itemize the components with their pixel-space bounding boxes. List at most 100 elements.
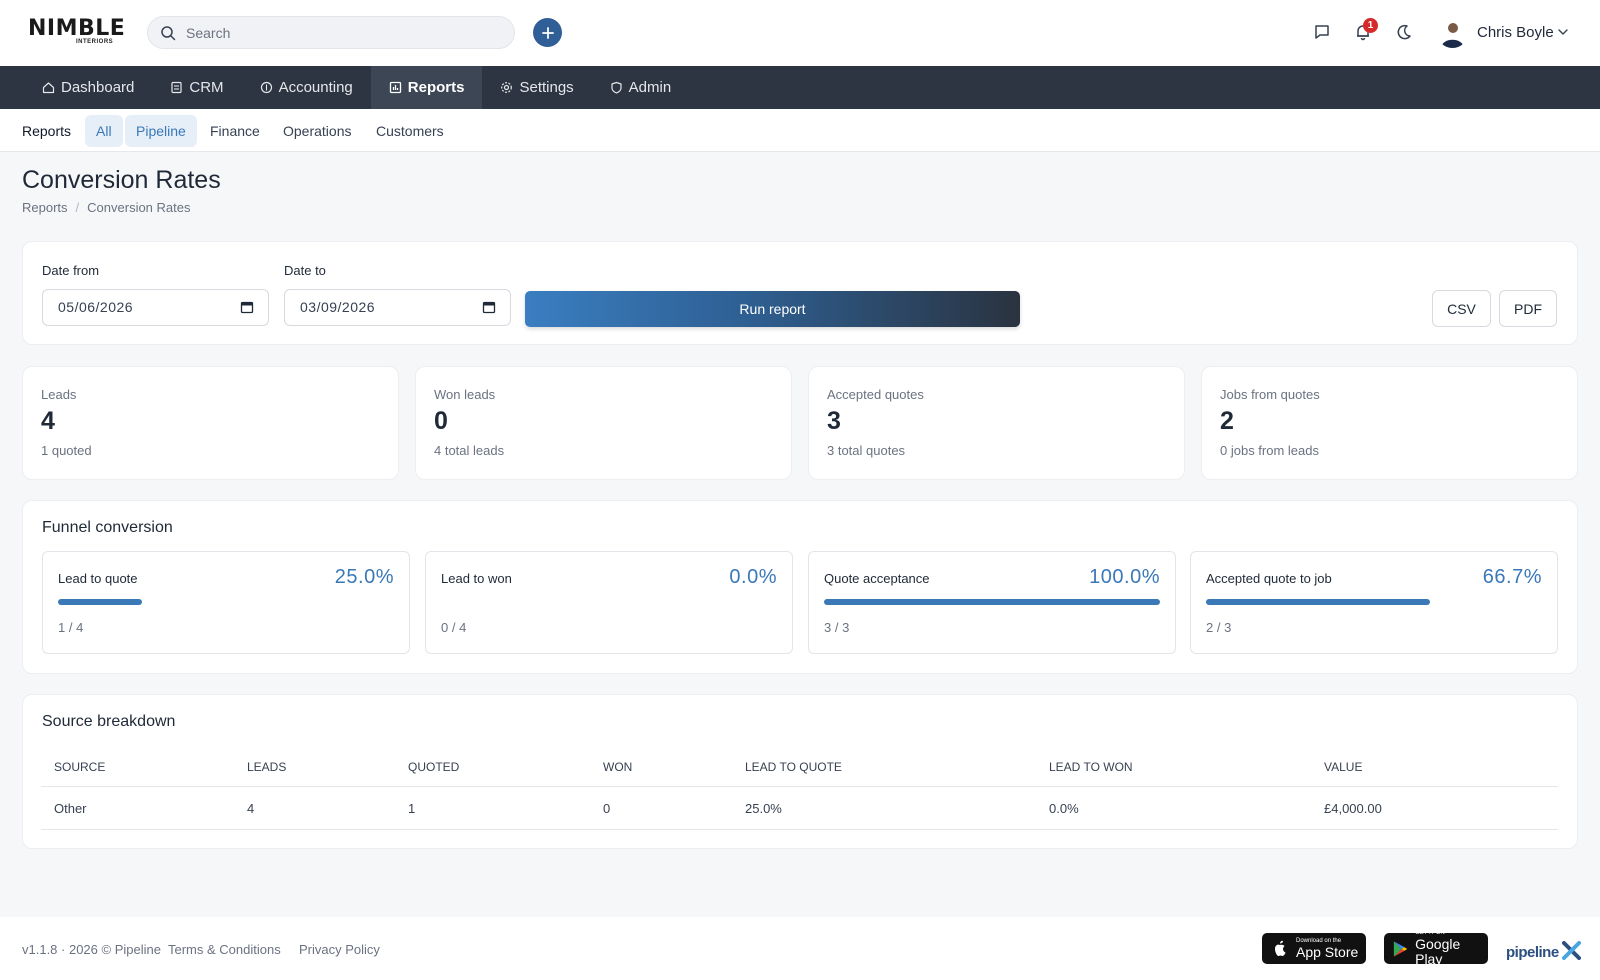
crm-icon	[171, 81, 182, 94]
funnel-progress-track	[58, 599, 394, 605]
tab-operations[interactable]: Operations	[272, 115, 362, 147]
table-row-divider	[41, 829, 1558, 830]
funnel-progress-fill	[58, 599, 142, 605]
messages-button[interactable]	[1311, 21, 1333, 43]
date-from-value: 05/06/2026	[58, 299, 134, 315]
google-play-icon	[1393, 940, 1408, 957]
export-csv-button[interactable]: CSV	[1432, 290, 1491, 327]
run-report-button[interactable]: Run report	[525, 291, 1020, 327]
quick-add-button[interactable]	[533, 18, 562, 47]
table-header-lead-to-quote[interactable]: LEAD TO QUOTE	[745, 760, 842, 774]
tab-customers[interactable]: Customers	[365, 115, 455, 147]
table-header-leads[interactable]: LEADS	[247, 760, 286, 774]
export-pdf-button[interactable]: PDF	[1499, 290, 1557, 327]
table-header-lead-to-won[interactable]: LEAD TO WON	[1049, 760, 1133, 774]
company-logo[interactable]: NIMBLE INTERIORS	[28, 16, 125, 50]
footer-privacy-link[interactable]: Privacy Policy	[299, 942, 380, 957]
nav-label: CRM	[189, 79, 224, 96]
funnel-ratio: 2 / 3	[1206, 620, 1232, 635]
kpi-label: Leads	[41, 387, 77, 402]
kpi-label: Jobs from quotes	[1220, 387, 1320, 402]
date-to-label: Date to	[284, 263, 326, 278]
table-cell-lead-to-won: 0.0%	[1049, 801, 1079, 816]
funnel-percent: 100.0%	[1089, 566, 1160, 588]
funnel-label: Accepted quote to job	[1206, 571, 1332, 586]
pipeline-logo[interactable]: pipeline	[1506, 941, 1582, 961]
pipeline-x-icon	[1562, 941, 1582, 960]
app-store-big-text: App Store	[1296, 943, 1359, 960]
date-from-field[interactable]: 05/06/2026	[42, 289, 269, 326]
sub-navigation: Reports All Pipeline Finance Operations …	[0, 109, 1600, 152]
funnel-progress-fill	[1206, 599, 1431, 605]
funnel-title: Funnel conversion	[42, 519, 173, 536]
kpi-subtext: 0 jobs from leads	[1220, 443, 1319, 458]
tab-all[interactable]: All	[85, 115, 123, 147]
breadcrumb-separator: /	[75, 200, 80, 215]
footer-version: v1.1.8 · 2026 © Pipeline	[22, 942, 161, 957]
plus-icon	[541, 26, 554, 39]
kpi-value: 3	[827, 407, 841, 435]
search-input[interactable]	[186, 17, 506, 48]
footer: v1.1.8 · 2026 © Pipeline Terms & Conditi…	[0, 917, 1600, 980]
nav-settings[interactable]: Settings	[482, 66, 591, 109]
google-play-badge[interactable]: GET IT ON Google Play	[1384, 930, 1488, 967]
gear-icon	[501, 82, 513, 93]
chevron-down-icon[interactable]	[1556, 25, 1570, 39]
kpi-value: 0	[434, 407, 448, 435]
search-icon	[161, 26, 176, 41]
home-icon	[42, 82, 55, 94]
nav-label: Accounting	[278, 79, 353, 96]
nav-crm[interactable]: CRM	[152, 66, 241, 109]
moon-icon	[1397, 24, 1411, 40]
subnav-title: Reports	[22, 123, 72, 139]
notification-badge: 1	[1363, 18, 1378, 33]
page-title: Conversion Rates	[22, 166, 221, 194]
kpi-label: Won leads	[434, 387, 496, 402]
calendar-icon[interactable]	[482, 300, 496, 314]
funnel-item-lead-to-quote: Lead to quote 25.0% 1 / 4	[42, 551, 410, 654]
tab-finance[interactable]: Finance	[199, 115, 271, 147]
funnel-ratio: 3 / 3	[824, 620, 850, 635]
breadcrumb: Reports / Conversion Rates	[22, 200, 190, 215]
kpi-card-leads: Leads 4 1 quoted	[22, 366, 399, 480]
table-cell-value: £4,000.00	[1324, 801, 1382, 816]
table-cell-lead-to-quote: 25.0%	[745, 801, 782, 816]
breadcrumb-link-reports[interactable]: Reports	[22, 200, 68, 215]
main-navigation: Dashboard CRM Accounting Reports Setting…	[0, 66, 1600, 109]
table-header-source[interactable]: SOURCE	[54, 760, 105, 774]
chat-icon	[1315, 25, 1329, 39]
nav-label: Admin	[628, 79, 672, 96]
funnel-progress-track	[824, 599, 1160, 605]
app-store-badge[interactable]: Download on the App Store	[1262, 933, 1366, 964]
nav-accounting[interactable]: Accounting	[242, 66, 371, 109]
avatar-image	[1437, 17, 1468, 48]
report-icon	[389, 81, 401, 94]
kpi-value: 2	[1220, 407, 1234, 435]
user-avatar[interactable]	[1437, 17, 1468, 48]
tab-pipeline[interactable]: Pipeline	[125, 115, 197, 147]
funnel-progress-track	[441, 599, 777, 605]
calendar-icon[interactable]	[240, 300, 254, 314]
table-header-quoted[interactable]: QUOTED	[408, 760, 459, 774]
google-play-big-text: Google Play	[1415, 936, 1461, 967]
shield-icon	[611, 81, 622, 94]
nav-dashboard[interactable]: Dashboard	[0, 66, 152, 109]
nav-label: Reports	[407, 79, 465, 96]
nav-reports[interactable]: Reports	[370, 66, 483, 109]
top-header: NIMBLE INTERIORS 1 Chris Boyle	[0, 0, 1600, 66]
nav-label: Settings	[519, 79, 574, 96]
date-to-field[interactable]: 03/09/2026	[284, 289, 511, 326]
table-header-won[interactable]: WON	[603, 760, 632, 774]
table-header-value[interactable]: VALUE	[1324, 760, 1362, 774]
funnel-label: Quote acceptance	[824, 571, 930, 586]
footer-terms-link[interactable]: Terms & Conditions	[168, 942, 281, 957]
apple-icon	[1275, 940, 1286, 956]
theme-toggle-button[interactable]	[1393, 21, 1415, 43]
user-name[interactable]: Chris Boyle	[1477, 24, 1554, 41]
table-cell-leads: 4	[247, 801, 255, 816]
nav-admin[interactable]: Admin	[592, 66, 690, 109]
kpi-subtext: 4 total leads	[434, 443, 505, 458]
kpi-value: 4	[41, 407, 55, 435]
search-box[interactable]	[147, 16, 515, 49]
funnel-ratio: 1 / 4	[58, 620, 84, 635]
